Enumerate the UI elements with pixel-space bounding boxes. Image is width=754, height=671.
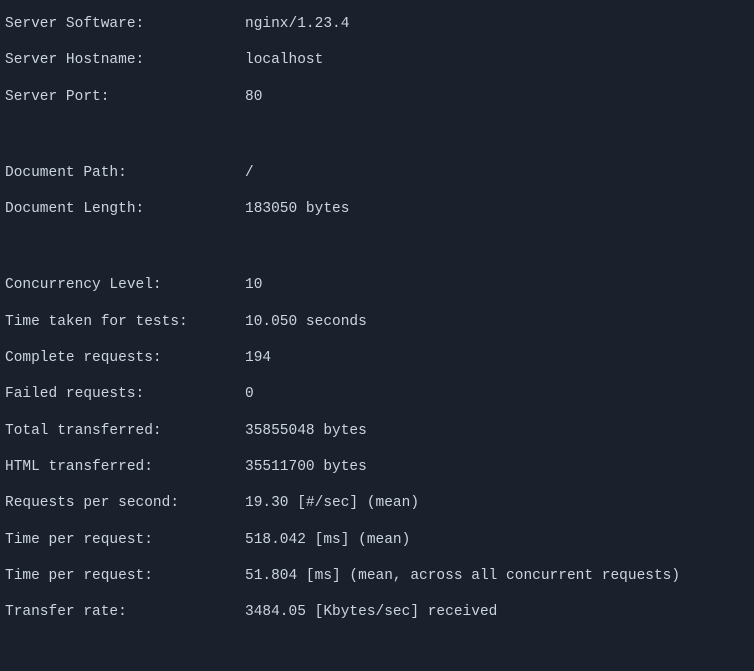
value-document-path: /	[245, 163, 749, 183]
row-server-hostname: Server Hostname: localhost	[5, 42, 749, 78]
row-server-software: Server Software: nginx/1.23.4	[5, 6, 749, 42]
row-concurrency-level: Concurrency Level: 10	[5, 267, 749, 303]
value-server-software: nginx/1.23.4	[245, 14, 749, 34]
row-document-path: Document Path: /	[5, 155, 749, 191]
label-server-port: Server Port:	[5, 87, 245, 107]
value-document-length: 183050 bytes	[245, 199, 749, 219]
label-html-transferred: HTML transferred:	[5, 457, 245, 477]
label-requests-per-second: Requests per second:	[5, 493, 245, 513]
row-time-per-request-1: Time per request: 518.042 [ms] (mean)	[5, 522, 749, 558]
label-transfer-rate: Transfer rate:	[5, 602, 245, 622]
value-concurrency-level: 10	[245, 275, 749, 295]
label-time-per-request-1: Time per request:	[5, 530, 245, 550]
value-server-hostname: localhost	[245, 50, 749, 70]
label-time-per-request-2: Time per request:	[5, 566, 245, 586]
row-document-length: Document Length: 183050 bytes	[5, 191, 749, 227]
value-total-transferred: 35855048 bytes	[245, 421, 749, 441]
value-time-per-request-1: 518.042 [ms] (mean)	[245, 530, 749, 550]
label-time-taken: Time taken for tests:	[5, 312, 245, 332]
value-html-transferred: 35511700 bytes	[245, 457, 749, 477]
value-time-taken: 10.050 seconds	[245, 312, 749, 332]
value-failed-requests: 0	[245, 384, 749, 404]
row-requests-per-second: Requests per second: 19.30 [#/sec] (mean…	[5, 485, 749, 521]
row-total-transferred: Total transferred: 35855048 bytes	[5, 413, 749, 449]
row-complete-requests: Complete requests: 194	[5, 340, 749, 376]
value-complete-requests: 194	[245, 348, 749, 368]
row-time-taken: Time taken for tests: 10.050 seconds	[5, 304, 749, 340]
blank-spacer-1	[5, 115, 749, 155]
label-concurrency-level: Concurrency Level:	[5, 275, 245, 295]
row-server-port: Server Port: 80	[5, 79, 749, 115]
label-total-transferred: Total transferred:	[5, 421, 245, 441]
row-html-transferred: HTML transferred: 35511700 bytes	[5, 449, 749, 485]
value-time-per-request-2: 51.804 [ms] (mean, across all concurrent…	[245, 566, 749, 586]
label-server-hostname: Server Hostname:	[5, 50, 245, 70]
blank-spacer-2	[5, 227, 749, 267]
label-document-length: Document Length:	[5, 199, 245, 219]
value-requests-per-second: 19.30 [#/sec] (mean)	[245, 493, 749, 513]
label-document-path: Document Path:	[5, 163, 245, 183]
row-time-per-request-2: Time per request: 51.804 [ms] (mean, acr…	[5, 558, 749, 594]
value-server-port: 80	[245, 87, 749, 107]
value-transfer-rate: 3484.05 [Kbytes/sec] received	[245, 602, 749, 622]
label-failed-requests: Failed requests:	[5, 384, 245, 404]
label-server-software: Server Software:	[5, 14, 245, 34]
row-failed-requests: Failed requests: 0	[5, 376, 749, 412]
label-complete-requests: Complete requests:	[5, 348, 245, 368]
row-transfer-rate: Transfer rate: 3484.05 [Kbytes/sec] rece…	[5, 594, 749, 630]
